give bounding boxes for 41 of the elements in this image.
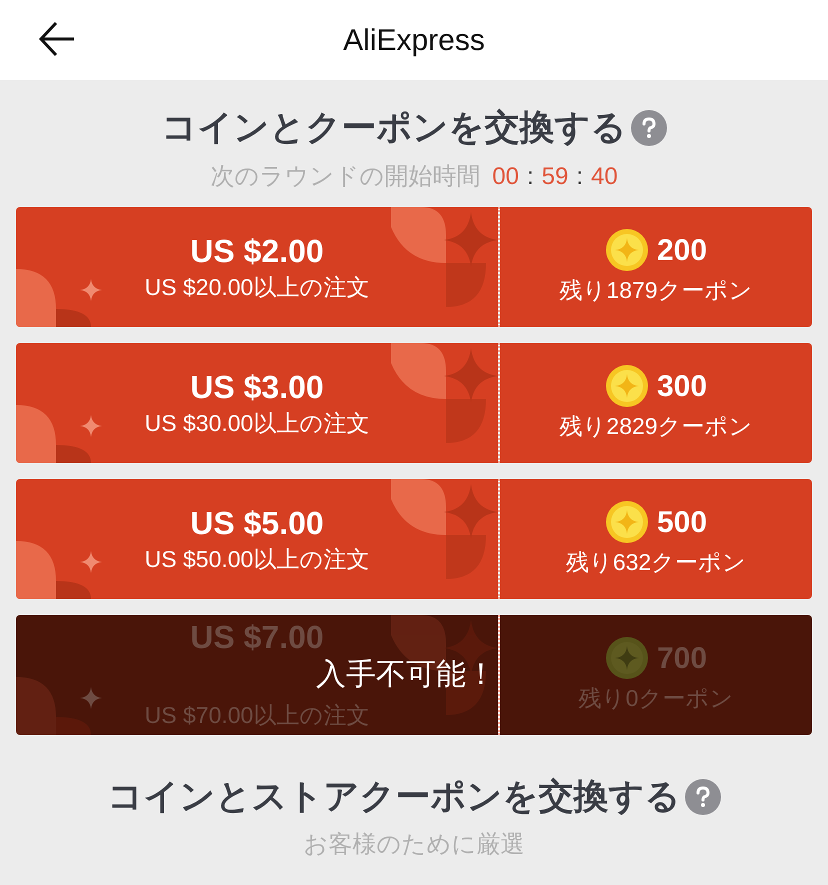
coupon-amount: US $7.00 xyxy=(190,619,324,655)
coupon-amount: US $3.00 xyxy=(190,368,324,407)
coupon-amount: US $2.00 xyxy=(190,232,324,271)
coupon-condition: US $50.00以上の注文 xyxy=(144,545,370,574)
help-icon[interactable] xyxy=(684,779,720,815)
remaining-count: 残り632クーポン xyxy=(566,548,746,576)
sparkle-icon xyxy=(80,687,102,709)
coin-price: 500 xyxy=(656,504,708,540)
coupon-condition: US $70.00以上の注文 xyxy=(144,701,370,730)
coupon-price-panel[interactable]: 300 残り2829クーポン xyxy=(500,343,812,463)
coupon-price-panel[interactable]: 500 残り632クーポン xyxy=(500,479,812,599)
countdown-digits: 00 xyxy=(492,162,519,192)
countdown-digits: 59 xyxy=(542,162,568,192)
coin-icon xyxy=(604,636,649,680)
help-icon[interactable] xyxy=(630,110,666,146)
timer-separator: : xyxy=(576,162,584,192)
coin-icon xyxy=(604,364,649,408)
countdown-digits: 40 xyxy=(591,162,618,192)
coin-price: 300 xyxy=(656,368,708,404)
section-title: コインとストアクーポンを交換する xyxy=(108,776,680,818)
sparkle-icon xyxy=(80,551,102,573)
coin-price: 700 xyxy=(656,640,708,676)
section-subtitle: お客様のために厳選 xyxy=(304,830,524,860)
coupon-condition: US $30.00以上の注文 xyxy=(144,409,370,438)
section-title: コインとクーポンを交換する xyxy=(162,106,626,149)
timer-separator: : xyxy=(526,162,534,192)
coin-price: 200 xyxy=(656,232,708,268)
coin-icon xyxy=(604,500,649,544)
unavailable-label: 入手不可能！ xyxy=(316,658,496,692)
coin-icon xyxy=(604,228,649,272)
section-subtitle: 次のラウンドの開始時間 xyxy=(210,162,480,192)
coupon-condition: US $20.00以上の注文 xyxy=(144,273,370,302)
coupon-amount: US $5.00 xyxy=(190,504,324,543)
sparkle-icon xyxy=(80,415,102,437)
coupon-price-panel[interactable]: 200 残り1879クーポン xyxy=(500,207,812,327)
back-icon[interactable] xyxy=(38,20,76,58)
remaining-count: 残り1879クーポン xyxy=(559,276,753,304)
remaining-count: 残り2829クーポン xyxy=(559,412,753,440)
remaining-count: 残り0クーポン xyxy=(578,684,734,712)
sparkle-icon xyxy=(80,279,102,301)
page-title: AliExpress xyxy=(343,22,485,58)
